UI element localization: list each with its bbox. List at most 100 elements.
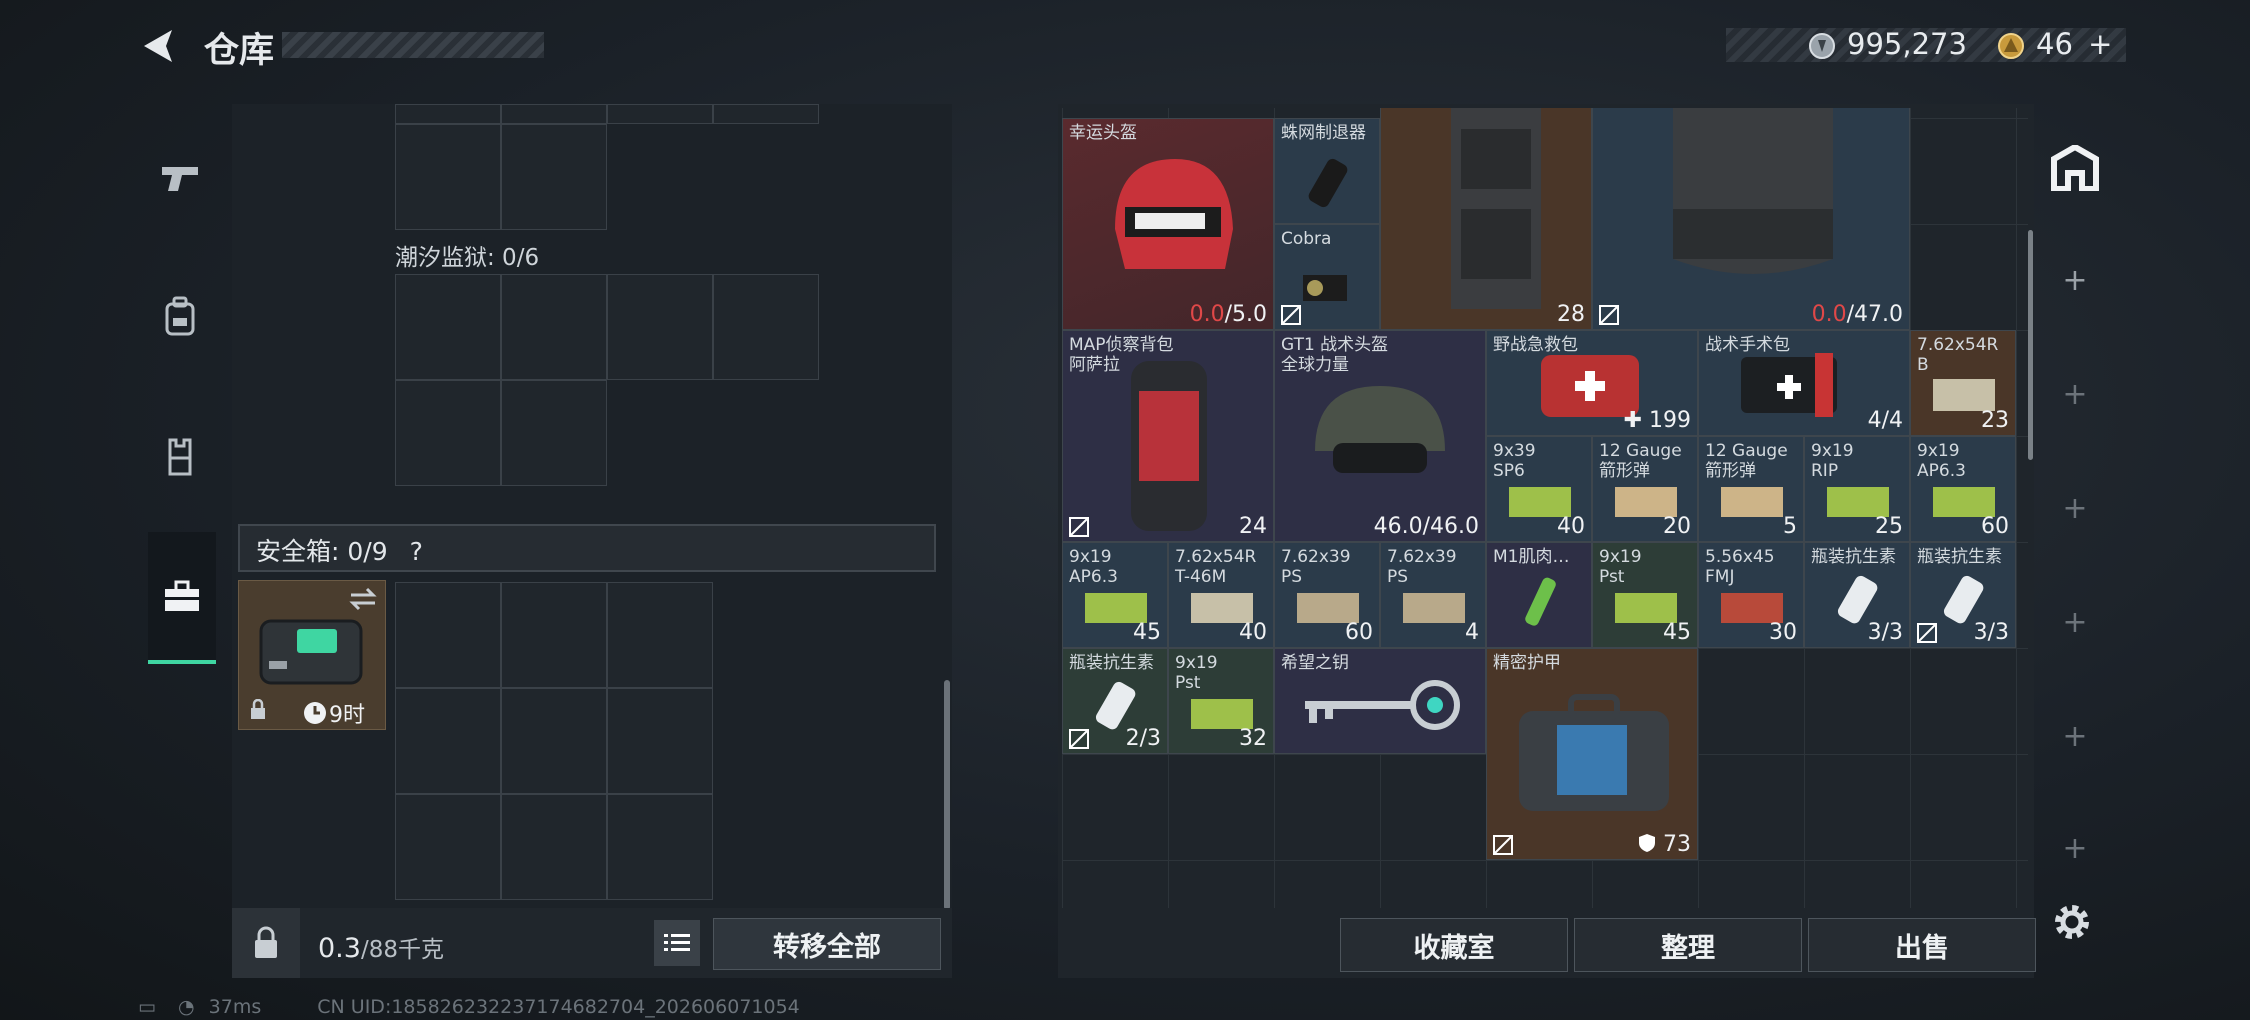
no-insure-icon: [1069, 517, 1089, 537]
list-view-button[interactable]: [654, 920, 700, 966]
add-tab-button-3[interactable]: +: [2040, 458, 2110, 558]
grid-cell[interactable]: [607, 688, 713, 794]
item-antibiotics-2[interactable]: 瓶装抗生素 3/3: [1910, 542, 2016, 648]
armor-value: 73: [1638, 832, 1691, 857]
lock-icon: [251, 699, 265, 719]
item-name: GT1 战术头盔 全球力量: [1281, 335, 1389, 375]
vest-icon: [168, 438, 192, 476]
item-precision-armor[interactable]: 精密护甲 73: [1486, 648, 1698, 860]
grid-cell[interactable]: [395, 582, 501, 688]
warehouse-scrollbar[interactable]: [2028, 230, 2033, 460]
item-key-of-hope[interactable]: 希望之钥: [1274, 648, 1486, 754]
back-arrow-icon[interactable]: [138, 26, 178, 66]
item-antibiotics-3[interactable]: 瓶装抗生素 2/3: [1062, 648, 1168, 754]
item-name: 12 Gauge 箭形弹: [1705, 441, 1788, 481]
item-ammo-9x19-rip[interactable]: 9x19 RIP 25: [1804, 436, 1910, 542]
grid-cell[interactable]: [713, 274, 819, 380]
grid-cell[interactable]: [607, 794, 713, 900]
uses-value: 199: [1649, 408, 1691, 433]
organize-button[interactable]: 整理: [1574, 918, 1802, 972]
add-tab-button-6[interactable]: +: [2040, 798, 2110, 898]
grid-gap: [607, 124, 713, 230]
count-value: 25: [1875, 514, 1903, 539]
swap-icon[interactable]: [349, 587, 377, 611]
grid-cell[interactable]: [395, 124, 501, 230]
add-tab-button-4[interactable]: +: [2040, 572, 2110, 672]
tab-warehouse-main[interactable]: [2040, 118, 2110, 218]
grid-cell[interactable]: [395, 380, 501, 486]
transfer-all-button[interactable]: 转移全部: [713, 918, 941, 970]
uses: ✚ 199: [1623, 408, 1691, 433]
item-chest-rig[interactable]: 28: [1380, 108, 1592, 330]
item-gt1-helmet[interactable]: GT1 战术头盔 全球力量 46.0/46.0: [1274, 330, 1486, 542]
tab-weapon[interactable]: [138, 134, 222, 222]
body-armor-icon: [1673, 108, 1833, 274]
capacity-value: 24: [1239, 514, 1267, 539]
grid-cell[interactable]: [395, 794, 501, 900]
grid-cell[interactable]: [607, 582, 713, 688]
item-ammo-556x45-fmj[interactable]: 5.56x45 FMJ 30: [1698, 542, 1804, 648]
lock-button[interactable]: [232, 908, 300, 978]
page-title: 仓库: [204, 31, 275, 71]
item-name: 9x19 AP6.3: [1069, 547, 1118, 587]
uses-value: 3/3: [1867, 620, 1903, 645]
grid-cell[interactable]: [395, 274, 501, 380]
add-tab-button-1[interactable]: +: [2040, 230, 2110, 330]
item-ammo-12g-flechette-2[interactable]: 12 Gauge 箭形弹 5: [1698, 436, 1804, 542]
grid-cell[interactable]: [395, 104, 501, 124]
item-ammo-12g-flechette[interactable]: 12 Gauge 箭形弹 20: [1592, 436, 1698, 542]
safebox-timer: 9时: [303, 697, 365, 729]
item-antibiotics-1[interactable]: 瓶装抗生素 3/3: [1804, 542, 1910, 648]
grid-cell[interactable]: [607, 104, 713, 124]
grid-cell[interactable]: [713, 104, 819, 124]
no-insure-icon: [1281, 305, 1301, 325]
tab-safebox[interactable]: [148, 532, 216, 664]
item-lucky-helmet[interactable]: 幸运头盔 0.0/5.0: [1062, 118, 1274, 330]
left-scrollbar[interactable]: [944, 680, 950, 910]
item-ammo-9x19-ap63-2[interactable]: 9x19 AP6.3 45: [1062, 542, 1168, 648]
item-ammo-9x39-sp6[interactable]: 9x39 SP6 40: [1486, 436, 1592, 542]
grid-cell[interactable]: [501, 104, 607, 124]
item-m1-muscle-stim[interactable]: M1肌肉…: [1486, 542, 1592, 648]
add-tab-button-2[interactable]: +: [2040, 344, 2110, 444]
grid-cell[interactable]: [501, 274, 607, 380]
item-ammo-9x19-pst[interactable]: 9x19 Pst 45: [1592, 542, 1698, 648]
sell-button[interactable]: 出售: [1808, 918, 2036, 972]
grid-cell[interactable]: [607, 274, 713, 380]
item-name: 7.62x54R B: [1917, 335, 1999, 375]
shield-icon: [1639, 834, 1655, 852]
safebox-item[interactable]: 9时: [238, 580, 386, 730]
helmet-icon: [1115, 159, 1233, 269]
coin-icon: [1809, 33, 1835, 59]
tab-vest[interactable]: [138, 412, 222, 500]
item-surgical-kit[interactable]: 战术手术包 4/4: [1698, 330, 1910, 436]
help-button[interactable]: ?: [410, 537, 423, 566]
item-spider-brake[interactable]: 蛛网制退器: [1274, 118, 1380, 224]
grid-cell[interactable]: [501, 688, 607, 794]
title-decoration: [282, 32, 544, 58]
grid-cell[interactable]: [501, 794, 607, 900]
grid-cell[interactable]: [501, 124, 607, 230]
durability: 0.0/47.0: [1812, 302, 1903, 327]
uses-value: 3/3: [1973, 620, 2009, 645]
grid-cell[interactable]: [395, 688, 501, 794]
item-cobra-sight[interactable]: Cobra: [1274, 224, 1380, 330]
item-ammo-762x39-ps[interactable]: 7.62x39 PS 60: [1274, 542, 1380, 648]
item-body-armor[interactable]: 0.0/47.0: [1592, 108, 1910, 330]
item-ammo-9x19-ap63[interactable]: 9x19 AP6.3 60: [1910, 436, 2016, 542]
count-value: 60: [1345, 620, 1373, 645]
item-ammo-9x19-pst-2[interactable]: 9x19 Pst 32: [1168, 648, 1274, 754]
collection-room-button[interactable]: 收藏室: [1340, 918, 1568, 972]
item-map-backpack[interactable]: MAP侦察背包 阿萨拉 24: [1062, 330, 1274, 542]
item-ammo-762x54r-t46m[interactable]: 7.62x54R T-46M 40: [1168, 542, 1274, 648]
grid-cell[interactable]: [501, 380, 607, 486]
add-tab-button-5[interactable]: +: [2040, 686, 2110, 786]
item-name: 7.62x39 PS: [1281, 547, 1351, 587]
item-ammo-762x54r-b[interactable]: 7.62x54R B 23: [1910, 330, 2016, 436]
item-ammo-762x39-ps-2[interactable]: 7.62x39 PS 4: [1380, 542, 1486, 648]
grid-cell[interactable]: [501, 582, 607, 688]
add-gold-button[interactable]: +: [2088, 27, 2112, 61]
gear-icon[interactable]: [2050, 900, 2094, 944]
tab-backpack[interactable]: [138, 272, 222, 360]
item-first-aid-kit[interactable]: 野战急救包 ✚ 199: [1486, 330, 1698, 436]
